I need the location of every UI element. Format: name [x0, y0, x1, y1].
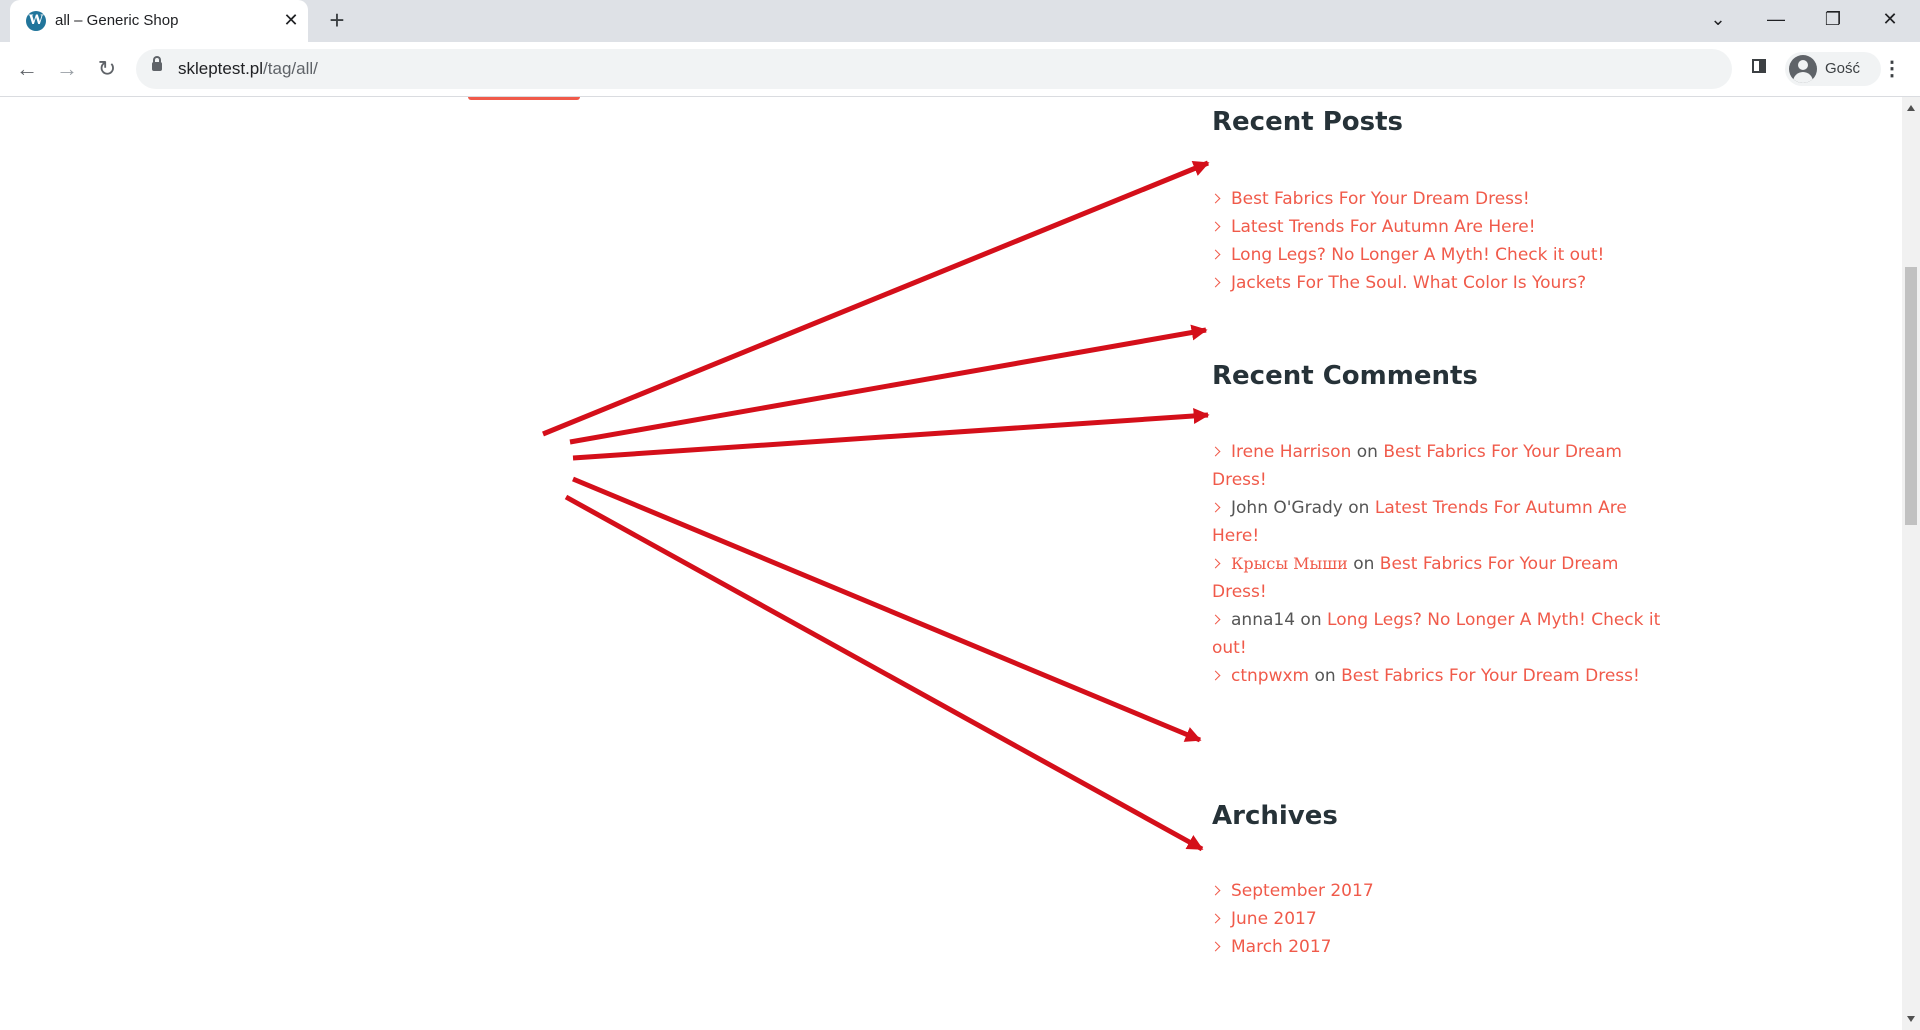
page-content: Recent Posts Best Fabrics For Your Dream… — [0, 97, 1902, 1030]
tab-strip: W all – Generic Shop ✕ + ⌄ — ❐ ✕ — [0, 0, 1920, 42]
annotation-arrow-3 — [572, 407, 1210, 461]
new-tab-icon[interactable]: + — [324, 7, 350, 34]
address-bar[interactable]: skleptest.pl/tag/all/ — [136, 49, 1732, 89]
minimize-icon[interactable]: — — [1758, 4, 1794, 34]
restore-icon[interactable]: ❐ — [1815, 4, 1851, 34]
profile-name: Gość — [1825, 60, 1861, 77]
browser-tab[interactable]: W all – Generic Shop ✕ — [10, 0, 308, 42]
annotation-arrow-1 — [542, 160, 1210, 437]
avatar-icon — [1789, 55, 1817, 83]
url-text[interactable]: skleptest.pl/tag/all/ — [178, 59, 318, 79]
page-scrollbar[interactable] — [1902, 97, 1920, 1030]
browser-toolbar: ← → ↻ skleptest.pl/tag/all/ Gość ⋮ — [0, 42, 1920, 97]
close-window-icon[interactable]: ✕ — [1872, 4, 1908, 34]
scroll-down-icon[interactable] — [1907, 1016, 1915, 1022]
lock-icon[interactable] — [152, 56, 162, 71]
back-icon[interactable]: ← — [12, 54, 42, 84]
kebab-menu-icon[interactable]: ⋮ — [1882, 58, 1902, 80]
scrollbar-thumb[interactable] — [1905, 267, 1917, 525]
annotation-arrow-4 — [572, 476, 1202, 743]
scroll-up-icon[interactable] — [1907, 105, 1915, 111]
close-tab-icon[interactable]: ✕ — [280, 9, 302, 31]
annotation-arrows — [542, 160, 1210, 852]
wordpress-icon: W — [26, 11, 46, 31]
forward-icon[interactable]: → — [52, 54, 82, 84]
reload-icon[interactable]: ↻ — [92, 54, 122, 84]
tab-search-icon[interactable]: ⌄ — [1700, 4, 1736, 34]
annotation-arrow-5 — [564, 494, 1204, 852]
tab-title: all – Generic Shop — [55, 12, 179, 29]
profile-button[interactable]: Gość — [1785, 52, 1881, 86]
side-panel-icon[interactable] — [1752, 59, 1766, 73]
